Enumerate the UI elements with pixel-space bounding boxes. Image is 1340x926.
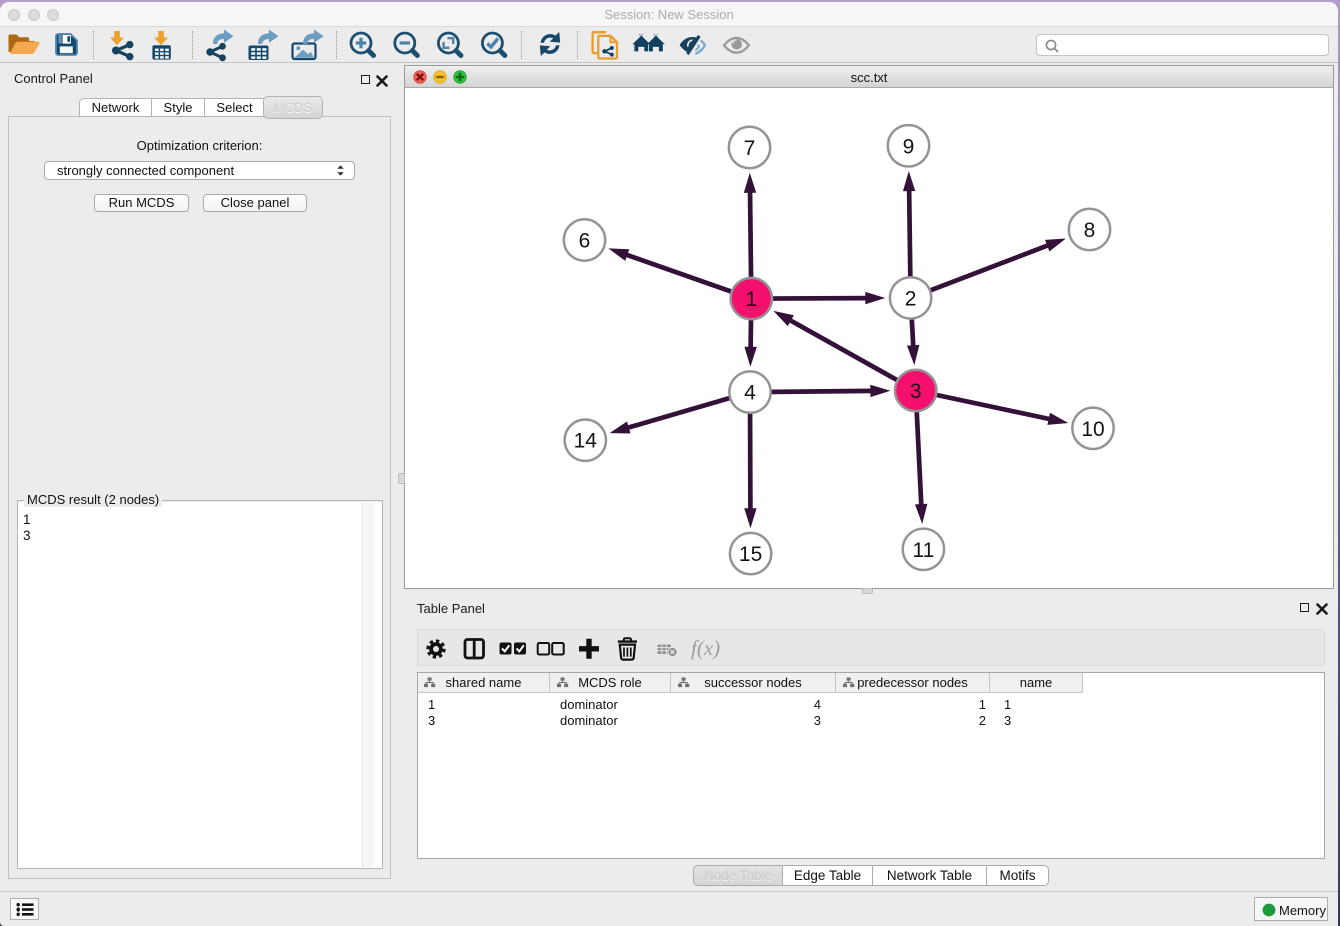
svg-text:11: 11 bbox=[912, 539, 934, 562]
svg-text:7: 7 bbox=[744, 137, 756, 160]
svg-text:1: 1 bbox=[745, 288, 757, 311]
svg-text:6: 6 bbox=[579, 230, 591, 253]
svg-text:4: 4 bbox=[744, 382, 756, 405]
svg-text:10: 10 bbox=[1081, 418, 1104, 441]
svg-text:14: 14 bbox=[574, 430, 598, 453]
svg-text:2: 2 bbox=[905, 287, 917, 310]
svg-text:9: 9 bbox=[903, 135, 915, 158]
svg-text:15: 15 bbox=[739, 543, 762, 566]
svg-text:3: 3 bbox=[910, 380, 922, 403]
svg-text:8: 8 bbox=[1084, 219, 1096, 242]
